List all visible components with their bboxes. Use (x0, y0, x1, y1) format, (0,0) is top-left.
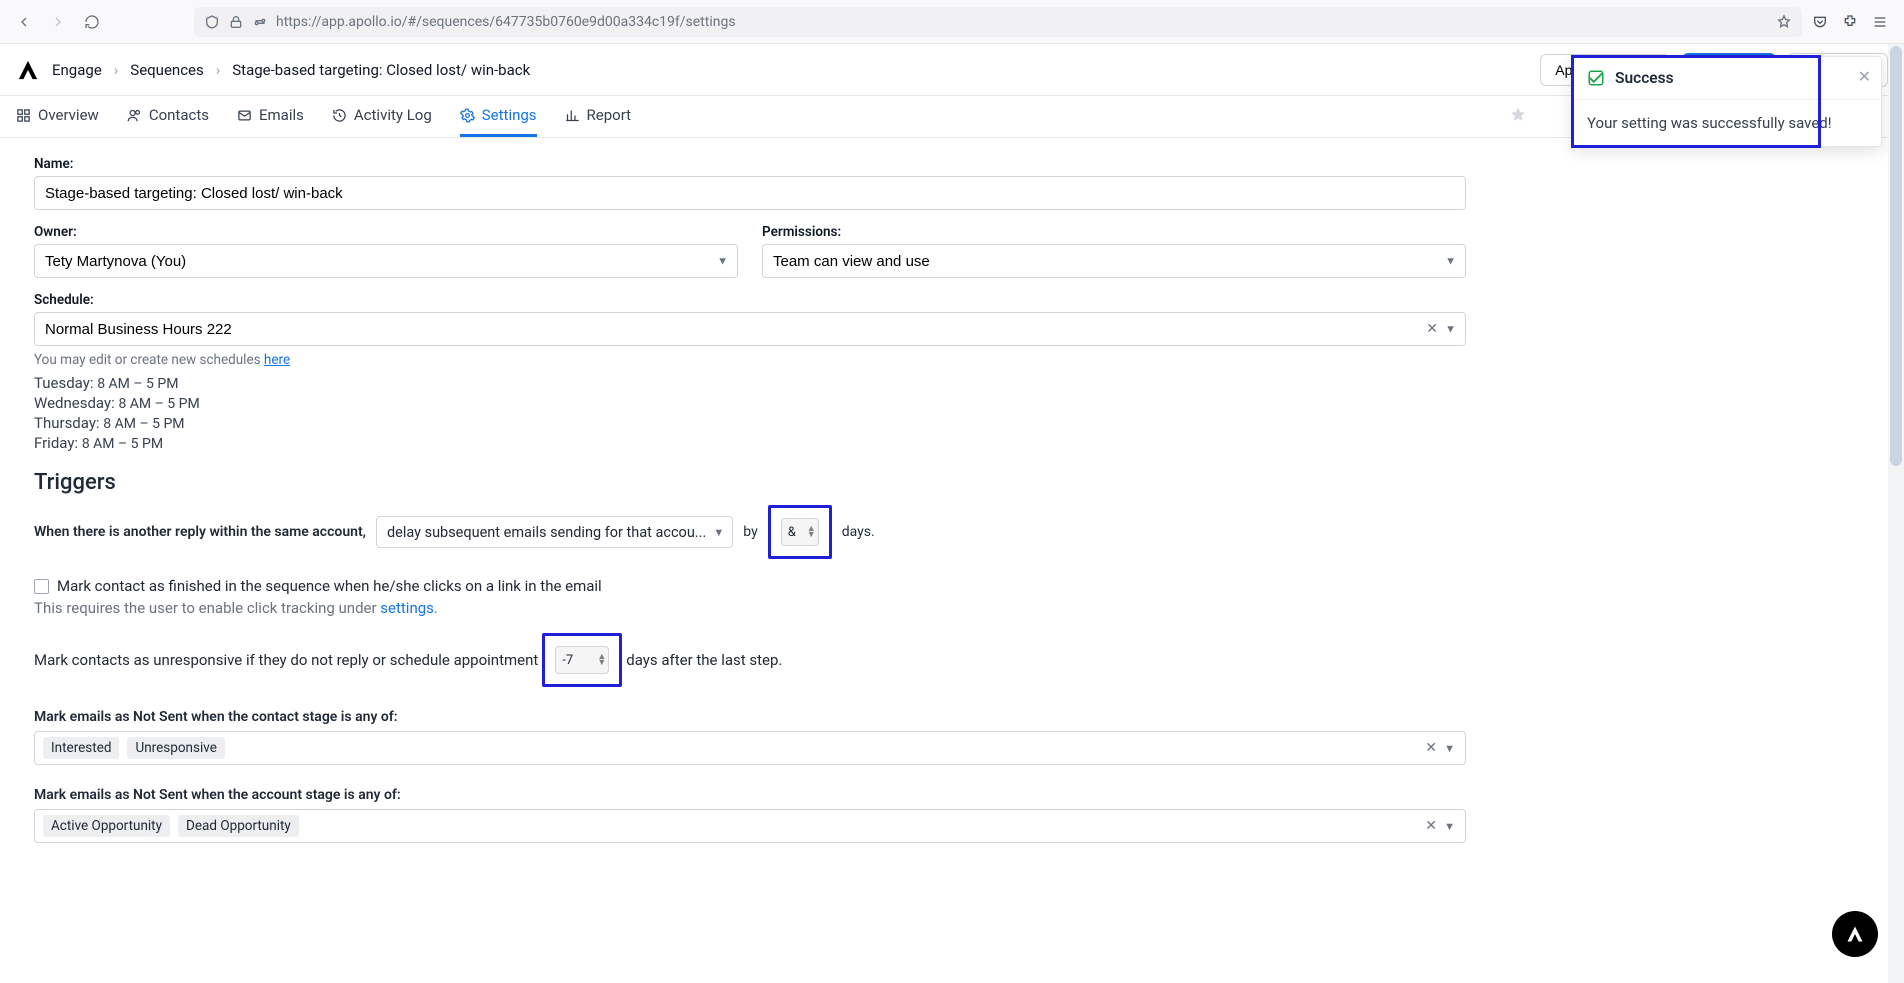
tag-dead-opp[interactable]: Dead Opportunity (178, 815, 299, 837)
apollo-logo[interactable] (16, 58, 40, 82)
favorite-star[interactable] (1508, 105, 1528, 129)
tab-report[interactable]: Report (565, 96, 632, 137)
tab-activity[interactable]: Activity Log (332, 96, 432, 137)
breadcrumb: Engage › Sequences › Stage-based targeti… (52, 61, 530, 79)
people-icon (127, 108, 142, 123)
apollo-fab[interactable] (1832, 911, 1878, 957)
days-highlight: & ▲▼ (768, 505, 832, 559)
tab-contacts[interactable]: Contacts (127, 96, 209, 137)
scrollbar[interactable] (1888, 44, 1904, 983)
caret-down-icon: ▼ (713, 526, 724, 539)
tab-overview[interactable]: Overview (16, 96, 99, 137)
toast-body: Your setting was successfully saved! (1573, 100, 1881, 146)
scrollbar-thumb[interactable] (1890, 46, 1902, 466)
browser-toolbar: https://app.apollo.io/#/sequences/647735… (0, 0, 1904, 44)
lock-icon (228, 14, 244, 30)
crumb-sequences[interactable]: Sequences (130, 61, 203, 79)
clear-icon[interactable]: ✕ (1425, 740, 1437, 756)
owner-value[interactable] (34, 244, 738, 278)
crumb-current: Stage-based targeting: Closed lost/ win-… (232, 61, 530, 79)
unresp-highlight: -7 ▲▼ (542, 633, 622, 687)
chevron-right-icon: › (216, 61, 221, 79)
permissions-value[interactable] (762, 244, 1466, 278)
owner-label: Owner: (34, 224, 738, 240)
toast-title: Success (1615, 69, 1674, 87)
history-icon (332, 108, 347, 123)
permissions-select[interactable]: ▼ (762, 244, 1466, 278)
by-label: by (743, 524, 757, 540)
unresponsive-row: Mark contacts as unresponsive if they do… (34, 633, 1466, 687)
schedule-value[interactable] (34, 312, 1466, 346)
notsent-contact-select[interactable]: Interested Unresponsive ✕ ▼ (34, 731, 1466, 765)
check-icon (1587, 69, 1605, 87)
caret-down-icon: ▼ (1444, 742, 1455, 755)
caret-down-icon: ▼ (1445, 255, 1456, 268)
caret-down-icon: ▼ (1445, 323, 1456, 336)
caret-down-icon: ▼ (717, 255, 728, 268)
settings-form: Name: Owner: ▼ Permissions: ▼ Schedule: … (0, 138, 1500, 883)
url-bar[interactable]: https://app.apollo.io/#/sequences/647735… (194, 7, 1802, 37)
days-suffix: days. (842, 524, 875, 540)
url-text: https://app.apollo.io/#/sequences/647735… (276, 14, 736, 30)
clear-icon[interactable]: ✕ (1426, 321, 1438, 337)
reply-trigger-row: When there is another reply within the s… (34, 505, 1466, 559)
name-label: Name: (34, 156, 1466, 172)
close-icon[interactable]: ✕ (1858, 67, 1871, 86)
tag-unresponsive[interactable]: Unresponsive (127, 737, 224, 759)
delay-days-input[interactable]: & ▲▼ (781, 518, 819, 546)
forward-button[interactable] (46, 10, 70, 34)
schedule-hint: You may edit or create new schedules her… (34, 352, 1466, 368)
schedule-select[interactable]: ✕ ▼ (34, 312, 1466, 346)
pocket-icon[interactable] (1812, 14, 1828, 30)
unresp-post: days after the last step. (626, 651, 782, 669)
gear-icon (460, 108, 475, 123)
clear-icon[interactable]: ✕ (1425, 818, 1437, 834)
notsent-contact-label: Mark emails as Not Sent when the contact… (34, 709, 1466, 725)
chevron-right-icon: › (114, 61, 119, 79)
mail-icon (237, 108, 252, 123)
schedule-hours: Tuesday: 8 AM – 5 PM Wednesday: 8 AM – 5… (34, 374, 1466, 452)
triggers-heading: Triggers (34, 470, 1466, 495)
mark-finished-row: Mark contact as finished in the sequence… (34, 577, 1466, 595)
bookmark-star-icon[interactable] (1776, 14, 1792, 30)
reply-action-select[interactable]: delay subsequent emails sending for that… (376, 516, 733, 548)
permissions-label: Permissions: (762, 224, 1466, 240)
reply-prefix: When there is another reply within the s… (34, 524, 366, 540)
crumb-engage[interactable]: Engage (52, 61, 102, 79)
menu-icon[interactable] (1872, 14, 1888, 30)
name-input[interactable] (34, 176, 1466, 210)
notsent-account-select[interactable]: Active Opportunity Dead Opportunity ✕ ▼ (34, 809, 1466, 843)
tag-interested[interactable]: Interested (43, 737, 119, 759)
mark-finished-checkbox[interactable] (34, 579, 49, 594)
tab-emails[interactable]: Emails (237, 96, 304, 137)
chart-icon (565, 108, 580, 123)
settings-link[interactable]: settings (380, 599, 434, 617)
permissions-icon (252, 14, 268, 30)
owner-select[interactable]: ▼ (34, 244, 738, 278)
click-tracking-hint: This requires the user to enable click t… (34, 599, 1466, 617)
schedules-link[interactable]: here (264, 352, 290, 368)
reload-button[interactable] (80, 10, 104, 34)
number-spinner-icon[interactable]: ▲▼ (807, 526, 816, 538)
grid-icon (16, 108, 31, 123)
schedule-label: Schedule: (34, 292, 1466, 308)
extensions-icon[interactable] (1842, 14, 1858, 30)
tab-settings[interactable]: Settings (460, 96, 537, 137)
success-toast: Success Your setting was successfully sa… (1572, 56, 1882, 147)
unresponsive-days-input[interactable]: -7 ▲▼ (555, 646, 609, 674)
unresp-pre: Mark contacts as unresponsive if they do… (34, 651, 538, 669)
number-spinner-icon[interactable]: ▲▼ (597, 654, 606, 666)
mark-finished-label: Mark contact as finished in the sequence… (57, 577, 602, 595)
caret-down-icon: ▼ (1444, 820, 1455, 833)
back-button[interactable] (12, 10, 36, 34)
shield-icon (204, 14, 220, 30)
tag-active-opp[interactable]: Active Opportunity (43, 815, 170, 837)
notsent-account-label: Mark emails as Not Sent when the account… (34, 787, 1466, 803)
